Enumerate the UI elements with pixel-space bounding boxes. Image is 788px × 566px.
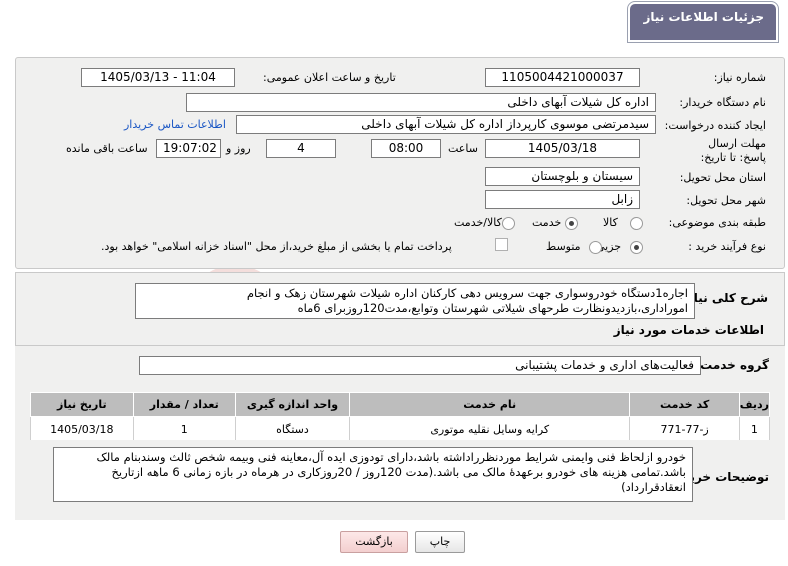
cell-need-date: 1405/03/18 xyxy=(30,416,134,443)
creator-label: ایجاد کننده درخواست: xyxy=(664,119,766,132)
buyer-contact-link[interactable]: اطلاعات تماس خریدار xyxy=(124,118,226,131)
category-option-goods: کالا xyxy=(603,216,618,229)
service-group-row: گروه خدمت: فعالیت‌های اداری و خدمات پشتی… xyxy=(15,346,785,386)
province-field[interactable]: سیستان و بلوچستان xyxy=(485,167,640,186)
cell-service-name: کرایه وسایل نقلیه موتوری xyxy=(349,416,631,443)
city-field[interactable]: زابل xyxy=(485,190,640,209)
cell-quantity: 1 xyxy=(132,416,236,443)
announce-date-label: تاریخ و ساعت اعلان عمومی: xyxy=(263,71,396,84)
category-option-service: خدمت xyxy=(532,216,562,229)
need-number-field[interactable]: 1105004421000037 xyxy=(485,68,640,87)
deadline-time-field[interactable]: 08:00 xyxy=(371,139,441,158)
table-header-row: ردیف کد خدمت نام خدمت واحد اندازه گیری ت… xyxy=(30,392,771,417)
days-field[interactable]: 4 xyxy=(266,139,336,158)
cell-service-code: ز-77-771 xyxy=(629,416,740,443)
deadline-label: مهلت ارسال پاسخ: تا تاریخ: xyxy=(700,137,766,164)
city-label: شهر محل تحویل: xyxy=(686,194,766,207)
category-option-goods-service: کالا/خدمت xyxy=(454,216,502,229)
buyer-notes-panel: توضیحات خریدار: خودرو ازلحاظ فنی وایمنی … xyxy=(15,440,785,520)
page-header: جزئیات اطلاعات نیاز xyxy=(0,0,788,46)
treasury-payment-note: پرداخت تمام یا بخشی از مبلغ خرید،از محل … xyxy=(101,240,452,253)
remaining-time-label: ساعت باقی مانده xyxy=(66,142,148,155)
province-label: استان محل تحویل: xyxy=(679,171,766,184)
need-number-label: شماره نیاز: xyxy=(713,71,766,84)
process-radio-minor[interactable] xyxy=(630,241,643,254)
cell-unit: دستگاه xyxy=(234,416,351,443)
creator-field[interactable]: سیدمرتضی موسوی کارپرداز اداره کل شیلات آ… xyxy=(236,115,656,134)
buyer-notes-textarea[interactable]: خودرو ازلحاظ فنی وایمنی شرایط موردنظرراد… xyxy=(53,447,693,502)
services-table: ردیف کد خدمت نام خدمت واحد اندازه گیری ت… xyxy=(30,392,771,443)
category-radio-goods[interactable] xyxy=(630,217,643,230)
cell-row-number: 1 xyxy=(738,416,771,443)
col-row-number: ردیف xyxy=(738,392,771,417)
category-label: طبقه بندی موضوعی: xyxy=(668,216,766,229)
col-need-date: تاریخ نیاز xyxy=(30,392,134,417)
page-title: جزئیات اطلاعات نیاز xyxy=(643,10,764,24)
buyer-org-label: نام دستگاه خریدار: xyxy=(679,96,766,109)
deadline-time-label: ساعت xyxy=(448,142,478,155)
process-label: نوع فرآیند خرید : xyxy=(688,240,766,253)
col-service-name: نام خدمت xyxy=(349,392,631,417)
category-radio-goods-service[interactable] xyxy=(502,217,515,230)
treasury-payment-checkbox[interactable] xyxy=(495,238,508,251)
col-unit: واحد اندازه گیری xyxy=(234,392,351,417)
deadline-date-field[interactable]: 1405/03/18 xyxy=(485,139,640,158)
back-button[interactable]: بازگشت xyxy=(340,531,408,553)
need-details-panel: شماره نیاز: 1105004421000037 تاریخ و ساع… xyxy=(15,57,785,269)
remaining-time-field[interactable]: 19:07:02 xyxy=(156,139,221,158)
process-option-medium: متوسط xyxy=(546,240,581,253)
service-group-field[interactable]: فعالیت‌های اداری و خدمات پشتیبانی xyxy=(139,356,701,375)
buyer-org-field[interactable]: اداره کل شیلات آبهای داخلی xyxy=(186,93,656,112)
table-row[interactable]: 1 ز-77-771 کرایه وسایل نقلیه موتوری دستگ… xyxy=(30,416,771,443)
col-quantity: تعداد / مقدار xyxy=(132,392,236,417)
services-section-title: اطلاعات خدمات مورد نیاز xyxy=(613,323,764,337)
days-label: روز و xyxy=(226,142,251,155)
category-radio-service[interactable] xyxy=(565,217,578,230)
description-textarea[interactable]: اجاره1دستگاه خودروسواری جهت سرویس دهی کا… xyxy=(135,283,695,319)
service-group-label: گروه خدمت: xyxy=(695,358,769,372)
announce-date-field[interactable]: 1405/03/13 - 11:04 xyxy=(81,68,235,87)
col-service-code: کد خدمت xyxy=(629,392,740,417)
print-button[interactable]: چاپ xyxy=(415,531,465,553)
process-radio-medium[interactable] xyxy=(589,241,602,254)
description-panel: شرح کلی نیاز: اجاره1دستگاه خودروسواری جه… xyxy=(15,272,785,346)
